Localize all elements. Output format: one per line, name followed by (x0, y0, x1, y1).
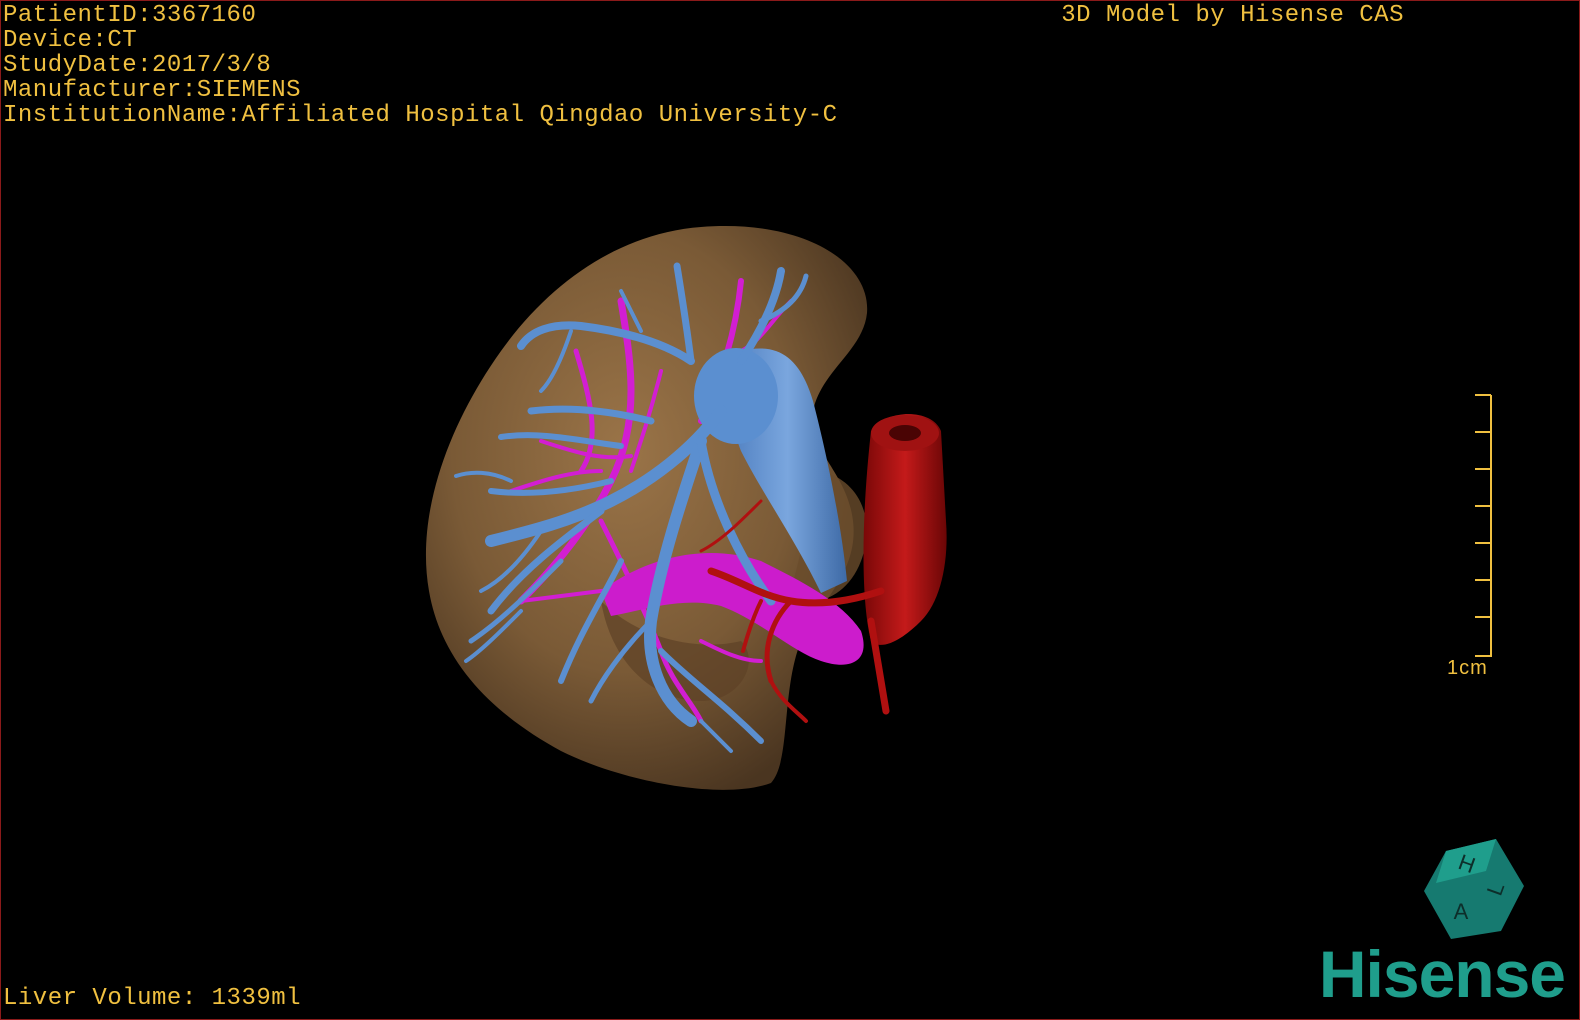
device: Device:CT (3, 27, 138, 54)
institution-name: InstitutionName:Affiliated Hospital Qing… (3, 102, 838, 129)
manufacturer: Manufacturer:SIEMENS (3, 77, 302, 104)
hisense-logo: Hisense (1318, 937, 1566, 1011)
study-date: StudyDate:2017/3/8 (3, 52, 272, 79)
patient-info: PatientID:3367160 Device:CT StudyDate:20… (3, 3, 838, 128)
liver-3d-model[interactable] (1, 1, 1580, 1020)
patient-id: PatientID:3367160 (3, 2, 257, 29)
scale-label: 1cm (1447, 657, 1488, 679)
cube-label-a: A (1454, 899, 1469, 924)
model-credit: 3D Model by Hisense CAS (1061, 2, 1404, 29)
orientation-cube-icon[interactable]: H L A (1416, 831, 1526, 941)
scale-bar-icon (1475, 394, 1492, 657)
liver-volume: Liver Volume: 1339ml (3, 985, 302, 1012)
3d-viewport[interactable]: PatientID:3367160 Device:CT StudyDate:20… (0, 0, 1580, 1020)
